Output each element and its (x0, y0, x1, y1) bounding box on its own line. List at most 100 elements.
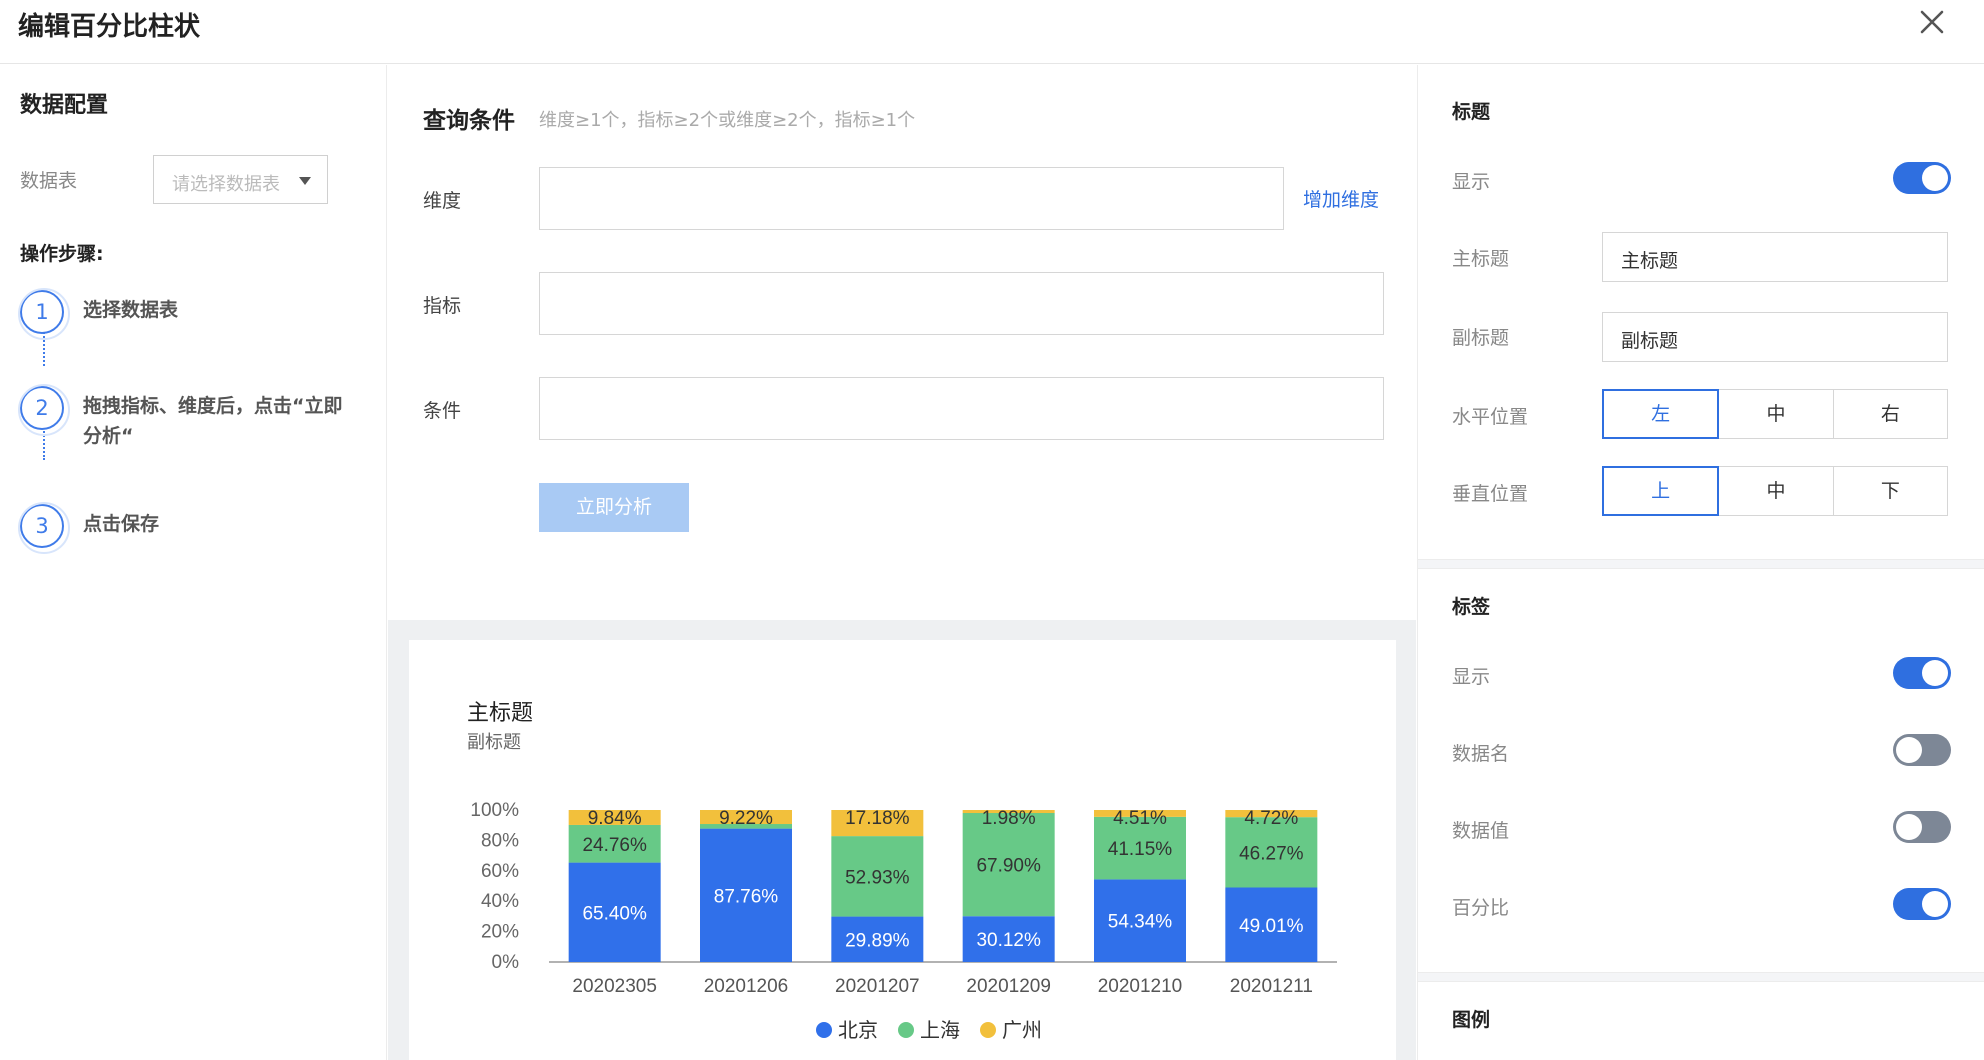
caret-down-icon (299, 177, 311, 185)
y-tick-label: 80% (481, 830, 519, 851)
step-number-2: 2 (18, 384, 70, 436)
add-dimension-link[interactable]: 增加维度 (1303, 185, 1379, 212)
table-label: 数据表 (20, 170, 78, 192)
table-select-placeholder: 请选择数据表 (172, 174, 280, 195)
data-label: 9.22% (719, 808, 773, 829)
y-tick-label: 40% (481, 891, 519, 912)
v-position-bottom[interactable]: 下 (1832, 466, 1948, 516)
data-label: 24.76% (582, 835, 647, 856)
h-position-segment: 左 中 右 (1602, 389, 1948, 439)
data-label: 49.01% (1239, 916, 1304, 937)
percent-label: 百分比 (1452, 897, 1510, 919)
data-label: 29.89% (845, 930, 910, 951)
data-label: 9.84% (588, 808, 642, 829)
legend-section-heading: 图例 (1452, 1009, 1491, 1031)
x-tick-label: 20201211 (1230, 976, 1313, 997)
x-tick-label: 20201207 (835, 976, 920, 997)
section-divider (1418, 972, 1984, 982)
dimension-dropzone[interactable] (539, 167, 1284, 230)
legend-marker (816, 1022, 832, 1038)
toggle-knob (1922, 891, 1948, 917)
data-label: 4.51% (1113, 808, 1167, 829)
main-title-label: 主标题 (1452, 248, 1510, 270)
query-hint: 维度≥1个，指标≥2个或维度≥2个，指标≥1个 (539, 110, 916, 131)
title-show-label: 显示 (1452, 171, 1491, 193)
data-value-toggle[interactable] (1893, 811, 1951, 843)
chart-title: 主标题 (467, 701, 534, 726)
step-text-1: 选择数据表 (83, 299, 179, 321)
data-name-label: 数据名 (1452, 743, 1510, 765)
data-label: 1.98% (982, 808, 1036, 829)
data-config-panel: 数据配置 数据表 请选择数据表 操作步骤: 1 选择数据表 2 拖拽指标、维度后… (0, 65, 387, 1060)
sub-title-label: 副标题 (1452, 327, 1510, 349)
data-label: 52.93% (845, 867, 910, 888)
data-label: 54.34% (1108, 912, 1173, 933)
toggle-knob (1896, 737, 1922, 763)
h-position-left[interactable]: 左 (1602, 389, 1720, 439)
h-position-right[interactable]: 右 (1832, 389, 1948, 439)
steps-title: 操作步骤: (20, 243, 104, 265)
dialog-title: 编辑百分比柱状 (18, 12, 201, 42)
label-show-label: 显示 (1452, 666, 1491, 688)
metric-label: 指标 (423, 295, 462, 317)
toggle-knob (1922, 165, 1948, 191)
v-position-top[interactable]: 上 (1602, 466, 1720, 516)
title-section-heading: 标题 (1452, 101, 1491, 123)
x-tick-label: 20201210 (1098, 976, 1183, 997)
label-section-heading: 标签 (1452, 596, 1491, 618)
table-select[interactable]: 请选择数据表 (153, 155, 328, 204)
percent-toggle[interactable] (1893, 888, 1951, 920)
analyze-button[interactable]: 立即分析 (539, 483, 689, 532)
chart-card: 100% 80% 60% 40% 20% 0% 65.40% 24.76% 9.84% 20202… (409, 640, 1396, 1060)
data-label: 30.12% (976, 930, 1041, 951)
data-value-label: 数据值 (1452, 820, 1510, 842)
y-tick-label: 100% (470, 800, 519, 821)
section-divider (1418, 559, 1984, 569)
data-label: 4.72% (1244, 808, 1298, 829)
title-show-toggle[interactable] (1893, 162, 1951, 194)
y-tick-label: 0% (492, 952, 520, 973)
condition-dropzone[interactable] (539, 377, 1384, 440)
y-tick-label: 60% (481, 861, 519, 882)
legend-label: 广州 (1002, 1019, 1042, 1042)
legend-marker (898, 1022, 914, 1038)
settings-panel: 标题 显示 主标题 主标题 副标题 副标题 水平位置 左 中 右 垂直位置 上 … (1417, 65, 1984, 1060)
query-title: 查询条件 (423, 108, 515, 134)
data-label: 17.18% (845, 808, 910, 829)
h-position-center[interactable]: 中 (1718, 389, 1834, 439)
data-label: 46.27% (1239, 843, 1304, 864)
step-text-2-line2: 分析“ (83, 425, 134, 447)
v-position-segment: 上 中 下 (1602, 466, 1948, 516)
dimension-label: 维度 (423, 190, 462, 212)
label-show-toggle[interactable] (1893, 657, 1951, 689)
legend-marker (980, 1022, 996, 1038)
y-tick-label: 20% (481, 922, 519, 943)
data-label: 67.90% (976, 856, 1041, 877)
toggle-knob (1922, 660, 1948, 686)
sub-title-input[interactable]: 副标题 (1602, 312, 1948, 362)
x-tick-label: 20201209 (966, 976, 1051, 997)
data-label: 87.76% (714, 886, 779, 907)
dialog-header: 编辑百分比柱状 (0, 0, 1984, 64)
v-position-middle[interactable]: 中 (1718, 466, 1834, 516)
legend-label: 北京 (838, 1019, 878, 1042)
legend-label: 上海 (920, 1019, 960, 1042)
condition-label: 条件 (423, 400, 462, 422)
x-tick-label: 20202305 (572, 976, 657, 997)
query-panel: 查询条件 维度≥1个，指标≥2个或维度≥2个，指标≥1个 维度 增加维度 指标 … (388, 65, 1416, 620)
step-text-2: 拖拽指标、维度后，点击“立即 分析“ (83, 391, 343, 451)
step-number-1: 1 (18, 288, 70, 340)
data-config-title: 数据配置 (20, 93, 109, 118)
data-label: 41.15% (1108, 839, 1173, 860)
percent-bar-chart: 100% 80% 60% 40% 20% 0% 65.40% 24.76% 9.84% 20202… (470, 800, 1337, 1042)
v-position-label: 垂直位置 (1452, 483, 1529, 505)
toggle-knob (1896, 814, 1922, 840)
main-title-input[interactable]: 主标题 (1602, 232, 1948, 282)
data-name-toggle[interactable] (1893, 734, 1951, 766)
metric-dropzone[interactable] (539, 272, 1384, 335)
step-text-2-line1: 拖拽指标、维度后，点击“立即 (83, 395, 343, 417)
h-position-label: 水平位置 (1452, 406, 1529, 428)
close-icon[interactable] (1916, 6, 1948, 38)
x-tick-label: 20201206 (704, 976, 789, 997)
chart-subtitle: 副标题 (467, 732, 521, 753)
